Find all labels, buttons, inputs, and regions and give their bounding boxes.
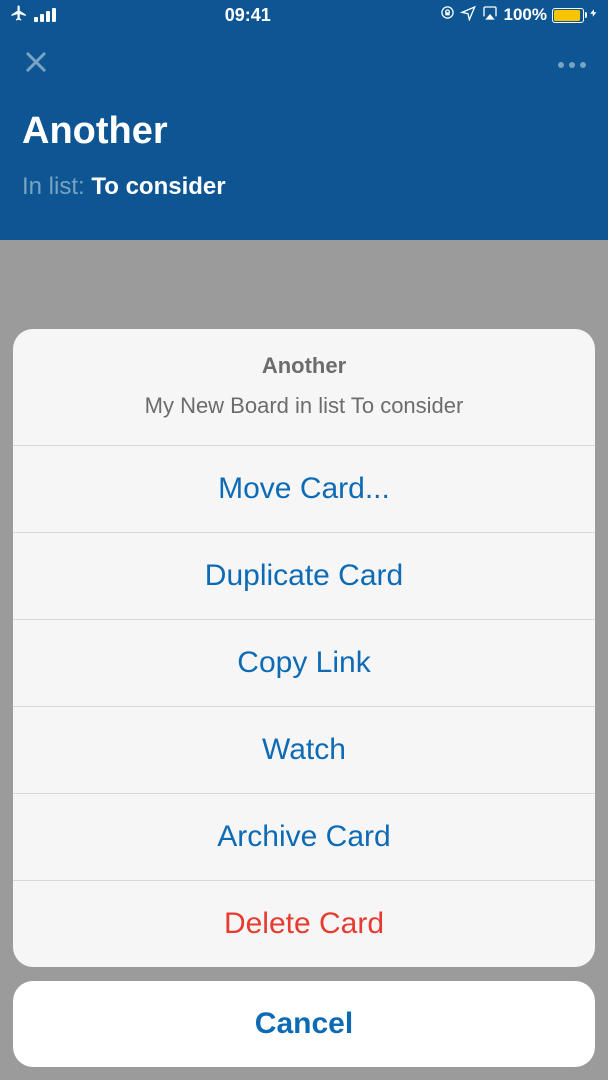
sheet-subtitle: My New Board in list To consider xyxy=(33,393,575,419)
card-title: Another xyxy=(0,82,608,153)
location-icon xyxy=(460,5,476,26)
copy-link-button[interactable]: Copy Link xyxy=(13,620,595,707)
rotation-lock-icon xyxy=(440,5,455,25)
status-left xyxy=(10,4,56,27)
duplicate-card-button[interactable]: Duplicate Card xyxy=(13,533,595,620)
archive-card-button[interactable]: Archive Card xyxy=(13,794,595,881)
airplay-icon xyxy=(481,5,499,26)
airplane-mode-icon xyxy=(10,4,28,27)
nav-row xyxy=(0,30,608,82)
sheet-title: Another xyxy=(33,353,575,379)
battery-percent: 100% xyxy=(504,5,547,25)
action-sheet-header: Another My New Board in list To consider xyxy=(13,329,595,446)
charging-icon xyxy=(589,5,598,26)
card-header: 09:41 100% Another In list: To xyxy=(0,0,608,240)
action-sheet-container: Another My New Board in list To consider… xyxy=(13,329,595,1067)
status-time: 09:41 xyxy=(56,5,440,26)
move-card-button[interactable]: Move Card... xyxy=(13,446,595,533)
action-sheet: Another My New Board in list To consider… xyxy=(13,329,595,967)
list-location: In list: To consider xyxy=(0,153,608,201)
list-name[interactable]: To consider xyxy=(91,173,225,200)
more-options-icon[interactable] xyxy=(558,62,586,68)
cancel-button[interactable]: Cancel xyxy=(13,981,595,1067)
status-right: 100% xyxy=(440,5,598,26)
in-list-prefix: In list: xyxy=(22,173,91,200)
battery-icon xyxy=(552,8,584,23)
status-bar: 09:41 100% xyxy=(0,0,608,30)
delete-card-button[interactable]: Delete Card xyxy=(13,881,595,967)
cell-signal-icon xyxy=(34,8,56,22)
watch-button[interactable]: Watch xyxy=(13,707,595,794)
close-icon[interactable] xyxy=(22,48,50,82)
